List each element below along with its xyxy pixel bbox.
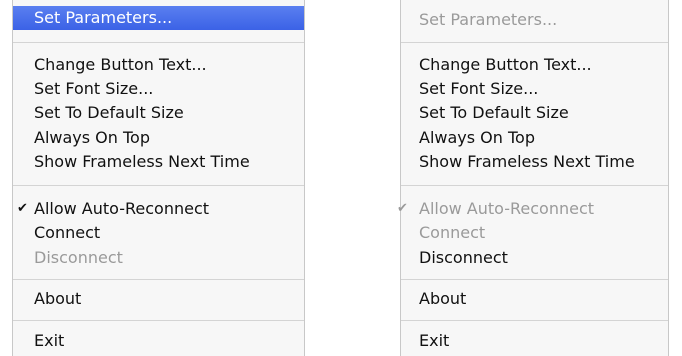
menu-item-connect[interactable]: Connect bbox=[13, 221, 304, 245]
menu-item-label: Change Button Text... bbox=[34, 55, 207, 74]
menu-item-disconnect: Disconnect bbox=[13, 246, 304, 270]
menu-item-always-on-top[interactable]: Always On Top bbox=[13, 126, 304, 150]
menu-item-label: Set Font Size... bbox=[34, 79, 154, 98]
menu-separator bbox=[401, 320, 668, 321]
menu-separator bbox=[401, 42, 668, 43]
menu-item-label: Exit bbox=[419, 331, 450, 350]
menu-item-label: Connect bbox=[34, 223, 101, 242]
menu-item-change-button-text[interactable]: Change Button Text... bbox=[13, 53, 304, 77]
menu-item-exit[interactable]: Exit bbox=[401, 329, 668, 353]
menu-item-set-to-default-size[interactable]: Set To Default Size bbox=[401, 101, 668, 125]
menu-item-show-frameless[interactable]: Show Frameless Next Time bbox=[13, 150, 304, 174]
menu-item-label: Disconnect bbox=[34, 248, 123, 267]
menu-item-label: Always On Top bbox=[419, 128, 535, 147]
menu-item-always-on-top[interactable]: Always On Top bbox=[401, 126, 668, 150]
menu-item-label: Exit bbox=[34, 331, 65, 350]
checkmark-icon: ✔ bbox=[17, 201, 28, 216]
menu-item-show-frameless[interactable]: Show Frameless Next Time bbox=[401, 150, 668, 174]
menu-item-change-button-text[interactable]: Change Button Text... bbox=[401, 53, 668, 77]
menu-item-label: Allow Auto-Reconnect bbox=[34, 199, 210, 218]
menu-item-set-parameters: Set Parameters... bbox=[401, 8, 668, 32]
menu-item-exit[interactable]: Exit bbox=[13, 329, 304, 353]
menu-item-label: Set To Default Size bbox=[34, 103, 184, 122]
menu-separator bbox=[13, 185, 304, 186]
menu-item-set-parameters[interactable]: Set Parameters... bbox=[13, 6, 304, 30]
menu-item-label: Set To Default Size bbox=[419, 103, 569, 122]
menu-separator bbox=[13, 42, 304, 43]
screenshot-stage: Set Parameters... Change Button Text... … bbox=[0, 0, 682, 356]
menu-separator bbox=[13, 320, 304, 321]
menu-item-set-font-size[interactable]: Set Font Size... bbox=[401, 77, 668, 101]
menu-item-label: Set Parameters... bbox=[34, 8, 173, 27]
menu-item-label: About bbox=[34, 289, 82, 308]
checkmark-icon: ✔ bbox=[397, 201, 408, 216]
menu-item-label: Set Font Size... bbox=[419, 79, 539, 98]
menu-item-label: Show Frameless Next Time bbox=[419, 152, 635, 171]
context-menu-right: Set Parameters... Change Button Text... … bbox=[397, 0, 669, 356]
menu-item-set-to-default-size[interactable]: Set To Default Size bbox=[13, 101, 304, 125]
menu-separator bbox=[401, 185, 668, 186]
menu-item-connect: Connect bbox=[401, 221, 668, 245]
menu-item-allow-auto-reconnect: ✔ Allow Auto-Reconnect bbox=[397, 197, 668, 221]
menu-item-label: Show Frameless Next Time bbox=[34, 152, 250, 171]
menu-item-set-font-size[interactable]: Set Font Size... bbox=[13, 77, 304, 101]
menu-item-label: Always On Top bbox=[34, 128, 150, 147]
menu-item-allow-auto-reconnect[interactable]: ✔ Allow Auto-Reconnect bbox=[13, 197, 304, 221]
menu-item-label: Allow Auto-Reconnect bbox=[419, 199, 595, 218]
menu-item-about[interactable]: About bbox=[401, 287, 668, 311]
menu-item-label: Connect bbox=[419, 223, 486, 242]
menu-item-disconnect[interactable]: Disconnect bbox=[401, 246, 668, 270]
menu-item-label: Disconnect bbox=[419, 248, 508, 267]
menu-separator bbox=[13, 279, 304, 280]
context-menu-left: Set Parameters... Change Button Text... … bbox=[12, 0, 305, 356]
menu-item-label: Change Button Text... bbox=[419, 55, 592, 74]
menu-separator bbox=[401, 279, 668, 280]
menu-item-label: Set Parameters... bbox=[419, 10, 558, 29]
menu-item-about[interactable]: About bbox=[13, 287, 304, 311]
menu-item-label: About bbox=[419, 289, 467, 308]
